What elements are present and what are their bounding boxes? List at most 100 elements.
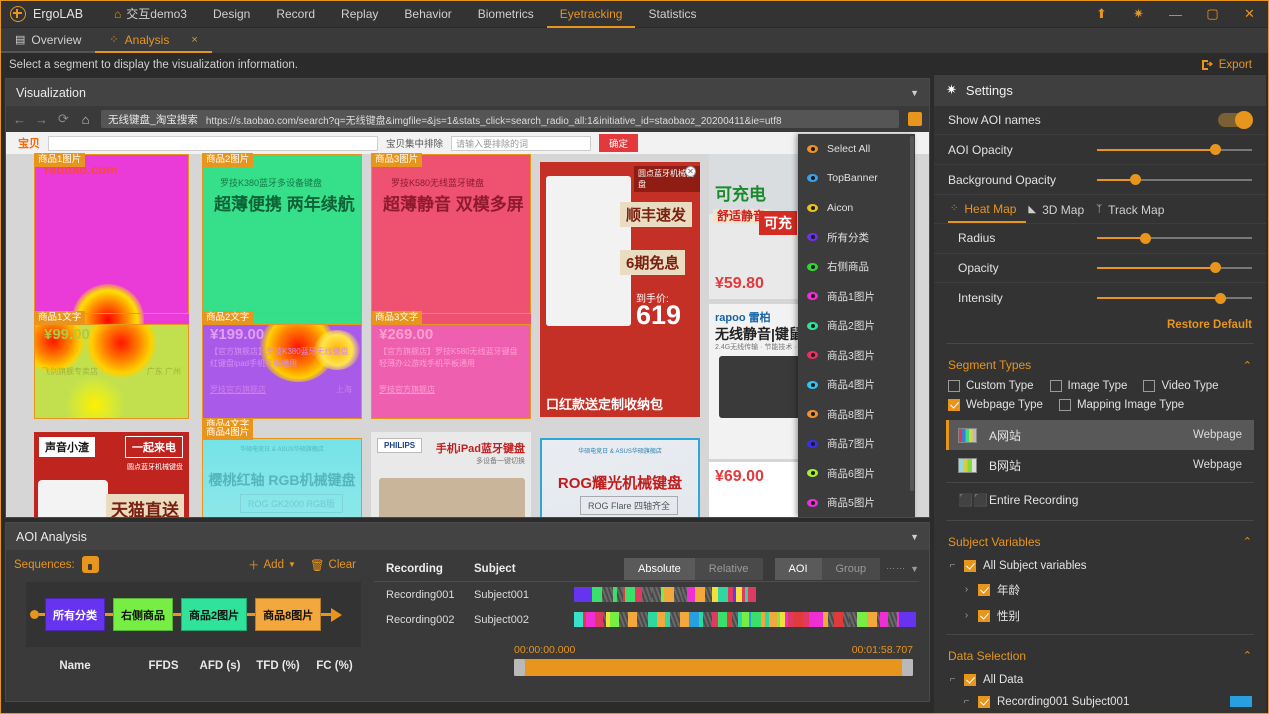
aoi-option-select-all[interactable]: Select All bbox=[798, 134, 915, 164]
timeline-handle-left[interactable] bbox=[514, 659, 525, 676]
checkbox-custom-type[interactable]: Custom Type bbox=[948, 380, 1034, 392]
checkbox-box[interactable] bbox=[978, 584, 990, 596]
expander-icon[interactable]: ⌐ bbox=[948, 560, 957, 571]
color-swatch[interactable] bbox=[1230, 696, 1252, 707]
tab-analysis[interactable]: ⁘ Analysis × bbox=[95, 28, 211, 53]
aoi-option-right-products[interactable]: 右侧商品 bbox=[798, 252, 915, 282]
menu-item-record[interactable]: Record bbox=[263, 1, 328, 28]
aoi-option-product1[interactable]: 商品1图片 bbox=[798, 282, 915, 312]
subject-variables-header[interactable]: Subject Variables ⌃ bbox=[934, 526, 1266, 555]
aoi-option-product3[interactable]: 商品3图片 bbox=[798, 341, 915, 371]
background-opacity-slider[interactable] bbox=[1097, 174, 1252, 186]
timeline-scrubber[interactable] bbox=[514, 659, 913, 676]
product-text-3[interactable]: ¥269.00 【官方旗舰店】罗技K580无线蓝牙键盘 轻薄办公游戏手机平板通用… bbox=[371, 324, 531, 419]
checkbox-box[interactable] bbox=[978, 696, 990, 708]
table-row[interactable]: Recording002 Subject002 bbox=[374, 607, 919, 632]
aoi-option-product5[interactable]: 商品5图片 bbox=[798, 488, 915, 517]
expander-icon[interactable]: ⌐ bbox=[948, 674, 957, 685]
stimulus-search-input[interactable] bbox=[48, 136, 378, 151]
table-row[interactable]: Recording001 Subject001 bbox=[374, 582, 919, 607]
restore-default-button[interactable]: Restore Default bbox=[934, 313, 1266, 338]
bookmark-icon[interactable] bbox=[908, 112, 922, 126]
slider-knob[interactable] bbox=[1130, 174, 1141, 185]
chevron-down-icon[interactable]: ▼ bbox=[288, 560, 296, 569]
chevron-right-icon[interactable]: › bbox=[962, 584, 971, 595]
flow-node-3[interactable]: 商品2图片 bbox=[181, 598, 247, 631]
btn-aoi[interactable]: AOI bbox=[775, 558, 822, 580]
product-card-8[interactable]: 华硕电竞日 & ASUS华硕旗舰店 樱桃红轴 RGB机械键盘 ROG GK200… bbox=[202, 438, 362, 517]
subject-var-row-gender[interactable]: › 性别 bbox=[934, 603, 1266, 629]
lock-icon[interactable] bbox=[82, 556, 99, 573]
aoi-sequence-flow[interactable]: 所有分类 右侧商品 商品2图片 商品8图片 bbox=[26, 582, 361, 647]
aoi-option-product2[interactable]: 商品2图片 bbox=[798, 311, 915, 341]
subject-var-row-all[interactable]: ⌐ All Subject variables bbox=[934, 555, 1266, 577]
aoi-option-product8[interactable]: 商品8图片 bbox=[798, 400, 915, 430]
gear-icon[interactable]: ✷ bbox=[1120, 1, 1157, 28]
aoi-option-aicon[interactable]: Aicon bbox=[798, 193, 915, 223]
aoi-option-product4[interactable]: 商品4图片 bbox=[798, 370, 915, 400]
expander-icon[interactable]: ⌐ bbox=[962, 696, 971, 707]
export-button[interactable]: Export bbox=[1201, 59, 1260, 71]
checkbox-video-type[interactable]: Video Type bbox=[1143, 380, 1218, 392]
flow-node-1[interactable]: 所有分类 bbox=[45, 598, 105, 631]
btn-relative[interactable]: Relative bbox=[695, 558, 763, 580]
home-icon[interactable]: ⌂ bbox=[79, 112, 92, 127]
product-card-4[interactable]: 圆点蓝牙机械键盘 顺丰速发 6期免息 到手价: 619 口红款送定制收纳包 ✕ bbox=[540, 162, 700, 417]
show-aoi-names-toggle[interactable] bbox=[1218, 113, 1252, 127]
add-button[interactable]: ＋ Add ▼ bbox=[248, 557, 296, 573]
slider-knob[interactable] bbox=[1140, 233, 1151, 244]
slider-knob[interactable] bbox=[1215, 293, 1226, 304]
data-row-all[interactable]: ⌐ All Data bbox=[934, 669, 1266, 691]
menu-item-statistics[interactable]: Statistics bbox=[635, 1, 709, 28]
radius-slider[interactable] bbox=[1097, 232, 1252, 244]
menu-item-biometrics[interactable]: Biometrics bbox=[465, 1, 547, 28]
checkbox-webpage-type[interactable]: Webpage Type bbox=[948, 399, 1043, 411]
menu-item-eyetracking[interactable]: Eyetracking bbox=[547, 1, 636, 28]
segment-item-b[interactable]: B网站 Webpage bbox=[946, 450, 1254, 480]
timeline-handle-right[interactable] bbox=[902, 659, 913, 676]
btn-group[interactable]: Group bbox=[822, 558, 881, 580]
clear-button[interactable]: 🗑 Clear bbox=[310, 558, 356, 572]
segment-item-a[interactable]: A网站 Webpage bbox=[946, 420, 1254, 450]
menu-item-design[interactable]: Design bbox=[200, 1, 263, 28]
flow-node-2[interactable]: 右侧商品 bbox=[113, 598, 173, 631]
show-aoi-names-row[interactable]: Show AOI names bbox=[934, 106, 1266, 136]
chevron-up-icon[interactable]: ⌃ bbox=[1243, 359, 1252, 372]
product-card-10[interactable]: 华硕电竞日 & ASUS华硕旗舰店 ROG耀光机械键盘 ROG Flare 四轴… bbox=[540, 438, 700, 517]
aoi-option-product6[interactable]: 商品6图片 bbox=[798, 459, 915, 489]
exclude-input[interactable]: 请输入要排除的词 bbox=[451, 136, 591, 151]
checkbox-mapping-image-type[interactable]: Mapping Image Type bbox=[1059, 399, 1184, 411]
menu-item-behavior[interactable]: Behavior bbox=[391, 1, 464, 28]
product-card-9[interactable]: PHILIPS 手机iPad蓝牙键盘 多设备一键切换 bbox=[371, 432, 531, 517]
checkbox-box[interactable] bbox=[964, 560, 976, 572]
stimulus-canvas[interactable]: 宝贝 宝贝集中排除 请输入要排除的词 确定 Taobao.com 静音无线键鼠套… bbox=[6, 132, 929, 517]
data-row-recording001[interactable]: ⌐ Recording001 Subject001 bbox=[934, 691, 1266, 713]
close-icon[interactable]: ✕ bbox=[1231, 1, 1268, 28]
pin-icon[interactable]: ⬆ bbox=[1083, 1, 1120, 28]
product-text-2[interactable]: ¥199.00 【官方旗舰店】罗技K380蓝牙无线键盘 红键盘ipad手机平板通… bbox=[202, 324, 362, 419]
gaze-strip[interactable] bbox=[574, 587, 919, 602]
chevron-up-icon[interactable]: ⌃ bbox=[1243, 535, 1252, 548]
flow-node-4[interactable]: 商品8图片 bbox=[255, 598, 321, 631]
checkbox-image-type[interactable]: Image Type bbox=[1050, 380, 1128, 392]
aoi-option-product7[interactable]: 商品7图片 bbox=[798, 429, 915, 459]
reload-icon[interactable]: ⟳ bbox=[57, 111, 70, 127]
close-icon[interactable]: ✕ bbox=[685, 166, 696, 177]
menu-item-demo[interactable]: ⌂ 交互demo3 bbox=[101, 1, 200, 28]
chevron-up-icon[interactable]: ⌃ bbox=[1243, 649, 1252, 662]
btn-absolute[interactable]: Absolute bbox=[624, 558, 695, 580]
product-text-1[interactable]: ¥99.00 飞剑旗舰专卖店 广东 广州 bbox=[34, 324, 189, 419]
segment-types-header[interactable]: Segment Types ⌃ bbox=[934, 349, 1266, 378]
segment-item-entire-recording[interactable]: ⬛⬛ Entire Recording bbox=[946, 485, 1254, 515]
tab-3d-map[interactable]: ◣ 3D Map bbox=[1026, 203, 1094, 222]
chevron-down-icon[interactable]: ▼ bbox=[910, 564, 919, 574]
forward-icon[interactable]: → bbox=[35, 112, 48, 127]
menu-item-replay[interactable]: Replay bbox=[328, 1, 391, 28]
tab-track-map[interactable]: ᛉ Track Map bbox=[1094, 203, 1174, 222]
aoi-option-topbanner[interactable]: TopBanner bbox=[798, 164, 915, 194]
intensity-slider[interactable] bbox=[1097, 292, 1252, 304]
product-card-7[interactable]: 声音小渣 一起来电 圆点蓝牙机械键盘 天猫直送 bbox=[34, 432, 189, 517]
opacity-slider[interactable] bbox=[1097, 262, 1252, 274]
chevron-down-icon[interactable]: ▼ bbox=[910, 88, 919, 98]
slider-knob[interactable] bbox=[1210, 262, 1221, 273]
